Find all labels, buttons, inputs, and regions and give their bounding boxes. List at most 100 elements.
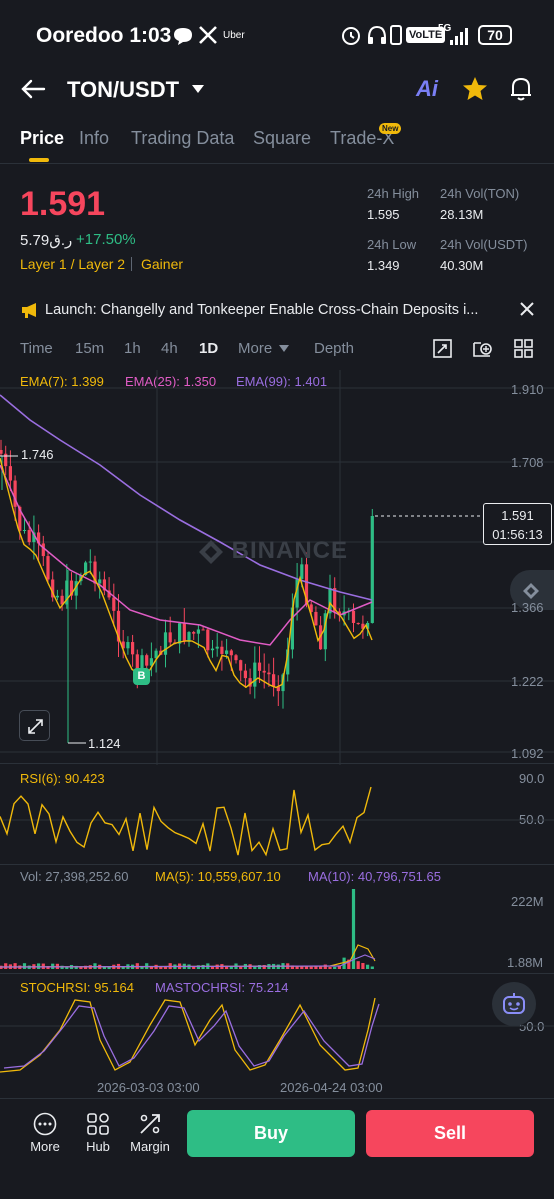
pair-title[interactable]: TON/USDT (67, 77, 179, 103)
volume-bar (370, 966, 374, 969)
bottom-divider (0, 1098, 554, 1099)
carrier-time: Ooredoo 1:03 (36, 24, 172, 47)
more-dots-icon (33, 1112, 57, 1136)
new-badge: New (379, 123, 402, 134)
candle-body (215, 646, 219, 649)
candle-body (243, 670, 247, 679)
nav-more[interactable]: More (25, 1112, 65, 1154)
candle-body (8, 466, 12, 481)
grid-layout-icon[interactable] (514, 339, 533, 358)
ema7-line (0, 457, 373, 689)
volume-chart[interactable] (0, 885, 554, 971)
volume-bar (309, 966, 313, 969)
sell-button[interactable]: Sell (366, 1110, 534, 1157)
candle-countdown: 01:56:13 (492, 527, 543, 542)
high-price-label: 1.746 (21, 447, 54, 462)
volume-bar (366, 964, 370, 969)
stat-low-value: 1.349 (367, 258, 400, 273)
nav-more-label: More (30, 1139, 60, 1154)
date-label-2: 2026-04-24 03:00 (280, 1080, 383, 1095)
tab-square[interactable]: Square (253, 128, 311, 149)
candle-body (27, 530, 31, 543)
ai-icon[interactable]: Ai (416, 76, 438, 102)
rsi-chart[interactable] (0, 765, 554, 865)
status-bar: Ooredoo 1:03 Uber VoLTE 5G 70 (0, 0, 554, 70)
candle-body (126, 642, 130, 649)
candle-body (300, 564, 304, 579)
nav-hub[interactable]: Hub (78, 1112, 118, 1154)
candle-body (314, 611, 318, 626)
rsi-line (0, 786, 372, 857)
announcement-text[interactable]: Launch: Changelly and Tonkeeper Enable C… (45, 302, 478, 318)
star-icon[interactable] (462, 76, 488, 102)
add-indicator-icon[interactable] (473, 339, 493, 358)
tag-layer[interactable]: Layer 1 / Layer 2 (20, 256, 125, 272)
tf-more[interactable]: More (238, 340, 272, 357)
expand-button[interactable] (19, 710, 50, 741)
assistant-bot-button[interactable] (492, 982, 536, 1026)
tag-divider (131, 257, 132, 271)
candle-body (182, 623, 186, 642)
caret-down-small-icon[interactable] (279, 345, 289, 352)
tab-price[interactable]: Price (20, 128, 64, 149)
watermark: BINANCE (198, 537, 348, 565)
volume-bar (356, 961, 360, 969)
candle-body (41, 543, 45, 557)
tf-1d[interactable]: 1D (199, 340, 218, 357)
expand-icon (28, 719, 43, 734)
bell-icon[interactable] (509, 76, 533, 102)
candle-body (253, 662, 257, 687)
tf-time[interactable]: Time (20, 340, 53, 357)
pane-divider (0, 973, 554, 974)
alarm-icon (342, 27, 360, 45)
low-price-label: 1.124 (88, 736, 121, 751)
volume-bar (22, 963, 27, 969)
stat-vol-usdt-value: 40.30M (440, 258, 484, 273)
x-icon (199, 26, 217, 44)
nav-margin[interactable]: Margin (128, 1112, 172, 1154)
announcement-bar[interactable]: Launch: Changelly and Tonkeeper Enable C… (0, 292, 554, 328)
candle-body (192, 632, 196, 634)
candle-body (351, 610, 356, 623)
tf-1h[interactable]: 1h (124, 340, 141, 357)
pane-divider (0, 864, 554, 865)
candle-body (168, 632, 172, 643)
caret-down-icon[interactable] (191, 84, 205, 94)
back-arrow-icon[interactable] (20, 78, 46, 100)
candle-body (220, 646, 224, 654)
candlestick-chart[interactable] (0, 370, 554, 765)
stat-vol-usdt-label: 24h Vol(USDT) (440, 237, 528, 252)
stochrsi-chart[interactable] (0, 990, 554, 1078)
volume-bar (13, 963, 17, 969)
volume-bar (4, 963, 8, 969)
volume-bar (361, 963, 365, 969)
date-label-1: 2026-03-03 03:00 (97, 1080, 200, 1095)
battery-icon: 70 (478, 25, 512, 45)
tf-4h[interactable]: 4h (161, 340, 178, 357)
vol-ma5-label: MA(5): 10,559,607.10 (155, 869, 281, 884)
candle-body (88, 561, 92, 563)
ema99-line (0, 394, 373, 601)
buy-marker[interactable]: B (133, 668, 150, 685)
candle-body (163, 632, 168, 655)
vol-ma5-line (0, 944, 376, 968)
axis-price-2: 1.708 (511, 455, 544, 470)
buy-button[interactable]: Buy (187, 1110, 355, 1157)
axis-price-3: 1.366 (511, 600, 544, 615)
candle-body (210, 648, 215, 651)
fullscreen-edit-icon[interactable] (433, 339, 452, 358)
candle-body (225, 650, 229, 654)
tf-15m[interactable]: 15m (75, 340, 104, 357)
candle-body (370, 516, 374, 623)
tag-gainer[interactable]: Gainer (141, 256, 183, 272)
tf-depth[interactable]: Depth (314, 340, 354, 357)
volume-bar (304, 966, 309, 969)
axis-price-5: 1.092 (511, 746, 544, 761)
tab-trading-data[interactable]: Trading Data (131, 128, 234, 149)
tab-info[interactable]: Info (79, 128, 109, 149)
current-price-box: 1.591 01:56:13 (483, 503, 552, 545)
candle-body (131, 642, 135, 655)
current-price-value: 1.591 (501, 508, 534, 523)
close-icon[interactable] (520, 302, 534, 316)
volume-bar (192, 966, 196, 969)
